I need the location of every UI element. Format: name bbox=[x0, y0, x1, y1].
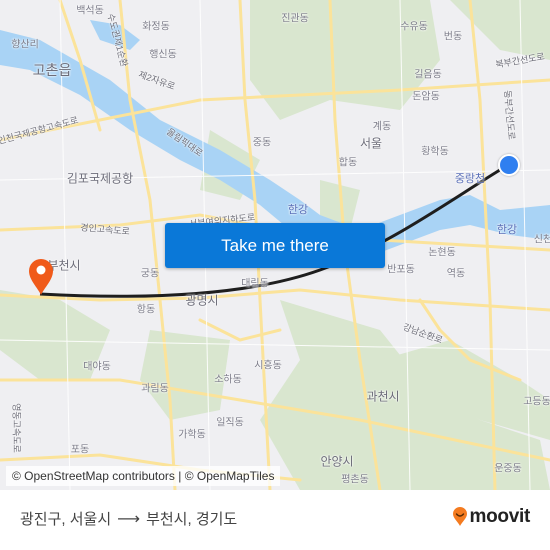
map-label: 번동 bbox=[443, 31, 463, 43]
map-label: 중랑천 bbox=[454, 173, 486, 185]
map-label: 고등동 bbox=[523, 396, 550, 408]
origin-name: 광진구, 서울시 bbox=[20, 511, 112, 528]
map-label: 논현동 bbox=[428, 247, 456, 259]
map-label: 역동 bbox=[446, 268, 466, 280]
map-label: 시흥동 bbox=[254, 360, 282, 372]
map-label: 안양시 bbox=[320, 454, 354, 469]
map-label: 수유동 bbox=[400, 21, 428, 33]
map-label: 영동고속도로 bbox=[11, 403, 22, 453]
map-label: 과천시 bbox=[366, 389, 400, 404]
map-label: 한강 bbox=[287, 204, 309, 216]
map-label: 반포동 bbox=[387, 264, 415, 276]
route-title: 광진구, 서울시 ⟶ 부천시, 경기도 bbox=[20, 508, 237, 529]
moovit-pin-icon bbox=[452, 507, 467, 526]
moovit-logo[interactable]: moovit bbox=[452, 506, 530, 528]
map-label: 일직동 bbox=[216, 417, 244, 429]
map-label: 행신동 bbox=[149, 49, 177, 61]
map-label: 항동 bbox=[136, 304, 156, 316]
map-label: 광명시 bbox=[185, 293, 219, 308]
map-widget: 백석동 화정동 행신동 향산리 고촌읍 제2자유로 수도권제1순환 인천국제공항… bbox=[0, 0, 550, 550]
map-label: 가학동 bbox=[178, 429, 206, 441]
map-label: 포동 bbox=[70, 444, 90, 456]
map-label: 진관동 bbox=[281, 13, 309, 25]
map-canvas[interactable]: 백석동 화정동 행신동 향산리 고촌읍 제2자유로 수도권제1순환 인천국제공항… bbox=[0, 0, 550, 490]
map-label: 향산리 bbox=[11, 39, 39, 51]
map-label: 대야동 bbox=[83, 361, 111, 373]
map-label: 궁동 bbox=[140, 268, 160, 280]
map-label: 대림동 bbox=[241, 278, 269, 290]
map-label: 화정동 bbox=[142, 21, 170, 33]
origin-dot-icon[interactable] bbox=[498, 154, 520, 176]
map-label: 중동 bbox=[252, 137, 272, 149]
map-label: 운중동 bbox=[494, 463, 522, 475]
map-label: 신천 bbox=[533, 234, 550, 246]
take-me-there-button[interactable]: Take me there bbox=[165, 223, 385, 268]
destination-pin-icon[interactable] bbox=[28, 258, 54, 296]
destination-name: 부천시, 경기도 bbox=[146, 511, 238, 528]
map-label: 고촌읍 bbox=[32, 62, 72, 78]
map-label: 김포국제공항 bbox=[66, 171, 134, 186]
map-label: 합동 bbox=[338, 157, 358, 169]
map-label: 과림동 bbox=[141, 383, 169, 395]
map-attribution[interactable]: © OpenStreetMap contributors | © OpenMap… bbox=[6, 466, 281, 486]
route-footer: 광진구, 서울시 ⟶ 부천시, 경기도 moovit bbox=[0, 490, 550, 550]
attribution-text[interactable]: © OpenStreetMap contributors | © OpenMap… bbox=[12, 469, 274, 483]
map-label: 소하동 bbox=[214, 374, 242, 386]
moovit-wordmark: moovit bbox=[469, 506, 531, 527]
map-label: 돈암동 bbox=[412, 91, 440, 103]
map-label: 길음동 bbox=[414, 69, 442, 81]
map-label: 황학동 bbox=[421, 146, 449, 158]
map-label: 계동 bbox=[372, 121, 392, 133]
arrow-right-icon: ⟶ bbox=[117, 510, 141, 528]
map-label: 서울 bbox=[359, 136, 383, 151]
map-label: 평촌동 bbox=[341, 474, 369, 486]
map-label: 한강 bbox=[496, 224, 518, 236]
map-label: 백석동 bbox=[76, 5, 104, 17]
